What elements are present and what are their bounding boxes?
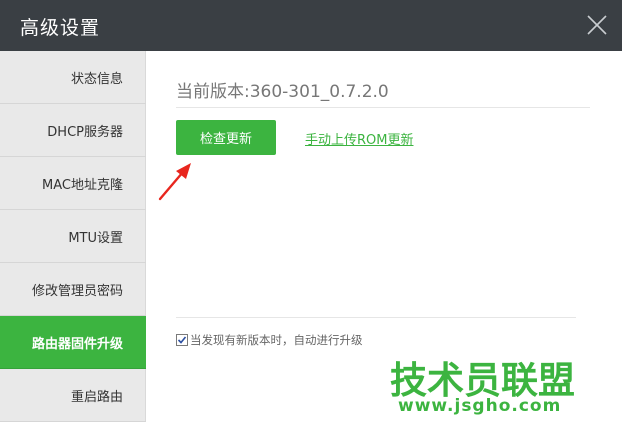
sidebar-item-firmware-upgrade[interactable]: 路由器固件升级 (0, 316, 146, 369)
sidebar-item-label: 重启路由 (70, 389, 123, 405)
sidebar-item-dhcp[interactable]: DHCP服务器 (0, 104, 146, 157)
sidebar-item-mac-clone[interactable]: MAC地址克隆 (0, 157, 146, 210)
watermark-url: www.jsgho.com (398, 396, 562, 416)
auto-upgrade-label: 当发现有新版本时，自动进行升级 (190, 333, 363, 347)
close-icon[interactable] (586, 14, 608, 36)
sidebar-item-label: MAC地址克隆 (42, 177, 123, 193)
sidebar-item-label: 修改管理员密码 (31, 283, 123, 299)
divider (176, 317, 576, 318)
sidebar-item-reboot[interactable]: 重启路由 (0, 369, 146, 422)
sidebar-item-mtu[interactable]: MTU设置 (0, 210, 146, 263)
sidebar-item-admin-password[interactable]: 修改管理员密码 (0, 263, 146, 316)
auto-upgrade-option: 当发现有新版本时，自动进行升级 (176, 332, 363, 348)
current-version-text: 当前版本:360-301_0.7.2.0 (176, 82, 389, 102)
sidebar-item-label: 路由器固件升级 (31, 336, 123, 352)
manual-upload-rom-link[interactable]: 手动上传ROM更新 (305, 129, 413, 148)
sidebar-item-label: 状态信息 (70, 71, 123, 87)
watermark-logo: 技术员联盟 www.jsgho.com (390, 350, 590, 420)
check-update-button[interactable]: 检查更新 (176, 120, 276, 155)
sidebar-item-label: DHCP服务器 (47, 124, 123, 140)
divider (176, 107, 590, 108)
auto-upgrade-checkbox[interactable] (176, 334, 188, 346)
sidebar-item-label: MTU设置 (68, 230, 123, 246)
sidebar-item-status[interactable]: 状态信息 (0, 51, 146, 104)
window-title: 高级设置 (20, 17, 101, 39)
check-icon (177, 336, 187, 344)
red-arrow-icon (158, 163, 191, 201)
sidebar: 状态信息 DHCP服务器 MAC地址克隆 MTU设置 修改管理员密码 路由器固件… (0, 51, 146, 422)
title-bar: 高级设置 (0, 0, 622, 51)
